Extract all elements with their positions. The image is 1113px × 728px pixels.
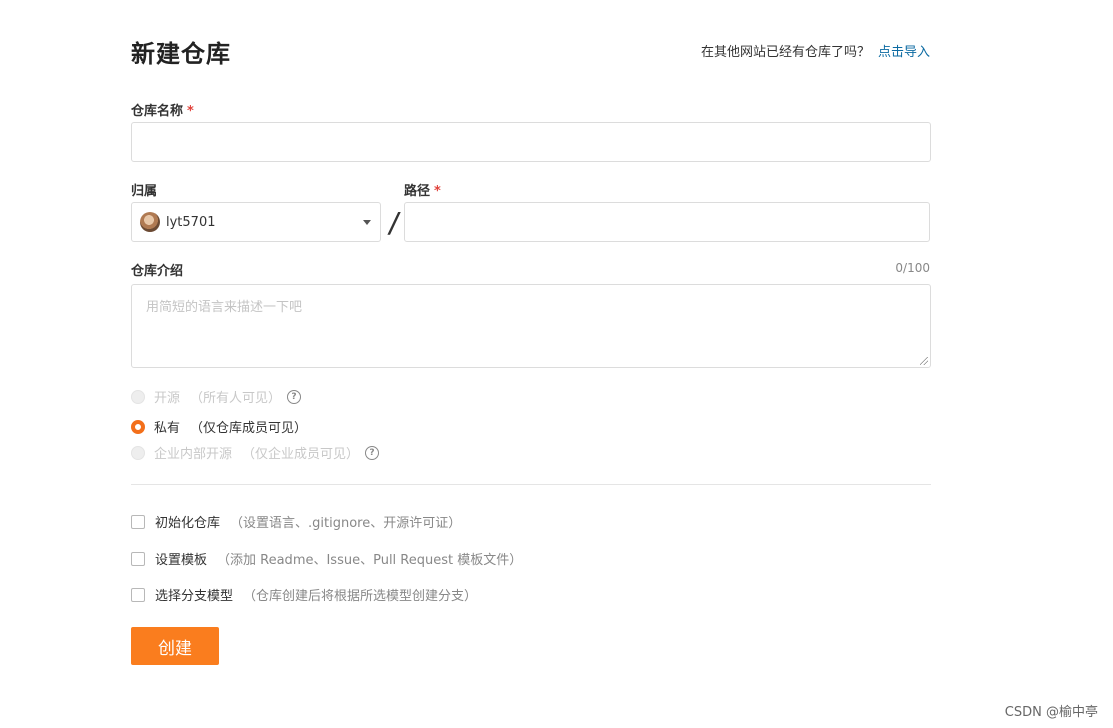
- radio-label: 私有: [154, 421, 181, 436]
- help-icon[interactable]: ?: [365, 445, 380, 460]
- owner-name: lyt5701: [166, 214, 216, 230]
- path-separator: /: [386, 206, 403, 239]
- import-link[interactable]: 点击导入: [878, 45, 930, 60]
- option-hint: （添加 Readme、Issue、Pull Request 模板文件）: [217, 553, 523, 568]
- radio-button[interactable]: [131, 419, 145, 434]
- radio-enterprise[interactable]: 企业内部开源 （仅企业成员可见） ?: [131, 443, 380, 462]
- option-label: 设置模板: [155, 553, 208, 568]
- radio-label: 开源: [154, 391, 181, 406]
- checkbox[interactable]: [131, 551, 145, 566]
- repo-name-label-text: 仓库名称: [131, 104, 184, 119]
- required-mark: *: [434, 184, 441, 199]
- checkbox[interactable]: [131, 587, 145, 602]
- description-placeholder: 用简短的语言来描述一下吧: [146, 300, 303, 315]
- help-icon[interactable]: ?: [287, 389, 302, 404]
- description-textarea[interactable]: 用简短的语言来描述一下吧: [131, 284, 931, 368]
- path-label-text: 路径: [404, 184, 431, 199]
- option-hint: （设置语言、.gitignore、开源许可证）: [230, 516, 462, 531]
- option-label: 初始化仓库: [155, 516, 221, 531]
- divider: [131, 484, 931, 485]
- description-label: 仓库介绍: [131, 264, 184, 279]
- import-hint-text: 在其他网站已经有仓库了吗？: [700, 45, 870, 60]
- option-label: 选择分支模型: [155, 589, 234, 604]
- radio-open-source[interactable]: 开源 （所有人可见） ?: [131, 387, 302, 406]
- radio-hint: （所有人可见）: [190, 391, 282, 406]
- owner-select[interactable]: lyt5701: [131, 202, 381, 242]
- radio-button[interactable]: [131, 445, 145, 460]
- option-branch-model[interactable]: 选择分支模型 （仓库创建后将根据所选模型创建分支）: [131, 585, 477, 604]
- description-counter: 0/100: [895, 261, 930, 275]
- radio-hint: （仅企业成员可见）: [242, 447, 360, 462]
- resize-grip-icon[interactable]: [920, 357, 928, 365]
- chevron-down-icon: [363, 220, 371, 225]
- radio-label: 企业内部开源: [154, 447, 233, 462]
- radio-button[interactable]: [131, 389, 145, 404]
- create-button[interactable]: 创建: [131, 627, 219, 665]
- path-label: 路径 *: [404, 180, 441, 199]
- avatar: [140, 212, 160, 232]
- owner-label: 归属: [131, 184, 158, 199]
- watermark: CSDN @榆中亭: [1004, 705, 1098, 720]
- checkbox[interactable]: [131, 514, 145, 529]
- repo-name-input[interactable]: [131, 122, 931, 162]
- import-hint: 在其他网站已经有仓库了吗？ 点击导入: [701, 41, 930, 60]
- radio-private[interactable]: 私有 （仅仓库成员可见）: [131, 417, 307, 436]
- page-title: 新建仓库: [131, 40, 231, 68]
- required-mark: *: [187, 104, 194, 119]
- option-hint: （仓库创建后将根据所选模型创建分支）: [243, 589, 478, 604]
- repo-name-label: 仓库名称 *: [131, 100, 194, 119]
- option-init-repo[interactable]: 初始化仓库 （设置语言、.gitignore、开源许可证）: [131, 512, 461, 531]
- radio-hint: （仅仓库成员可见）: [190, 421, 308, 436]
- option-template[interactable]: 设置模板 （添加 Readme、Issue、Pull Request 模板文件）: [131, 549, 522, 568]
- path-input[interactable]: [404, 202, 930, 242]
